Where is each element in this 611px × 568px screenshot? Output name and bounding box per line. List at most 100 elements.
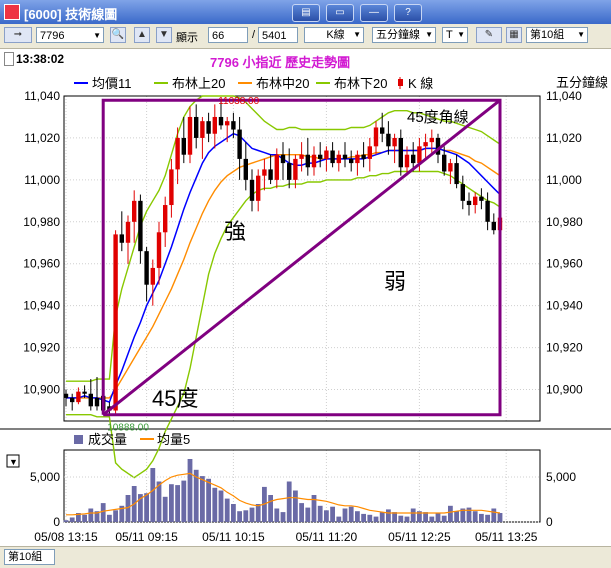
candle-body: [429, 137, 434, 143]
volume-bar: [206, 478, 211, 522]
candle-body: [144, 251, 149, 285]
legend-label: 布林中20: [256, 76, 309, 91]
price-tick-label-right: 10,980: [546, 215, 583, 229]
kline-dropdown[interactable]: K線 ▼: [304, 27, 364, 43]
volume-bar: [187, 459, 193, 522]
help-button[interactable]: ?: [394, 4, 422, 22]
volume-bar: [150, 468, 156, 522]
candle-body: [485, 200, 490, 222]
symbol-input[interactable]: 7796 ▼: [36, 27, 104, 43]
candle-body: [367, 146, 372, 159]
layout-button[interactable]: ▤: [292, 4, 320, 22]
legend-candle-body: [398, 79, 403, 86]
volume-tick-label-right: 5,000: [546, 470, 576, 484]
candle-body: [373, 127, 379, 147]
candle-body: [268, 169, 273, 180]
legend-label: 布林上20: [172, 76, 225, 91]
volume-bar: [237, 511, 242, 522]
volume-bar: [485, 514, 490, 522]
volume-bar: [293, 490, 298, 522]
period-dropdown[interactable]: 五分鐘線 ▼: [372, 27, 436, 43]
volume-bar: [100, 503, 106, 522]
price-tick-label-left: 11,000: [24, 173, 60, 187]
candle-body: [299, 154, 304, 159]
candle-body: [386, 133, 391, 147]
volume-bar: [324, 510, 329, 522]
volume-bar: [107, 514, 112, 522]
volume-bar: [472, 511, 478, 522]
candle-body: [132, 200, 137, 222]
drawing-tool-icon[interactable]: ✎: [476, 27, 502, 43]
candle-body: [411, 154, 416, 164]
scroll-down-icon[interactable]: ▼: [156, 27, 172, 43]
candle-body: [355, 154, 360, 164]
legend-label: 均價11: [92, 76, 132, 91]
candle-body: [274, 154, 279, 180]
volume-bar: [255, 504, 261, 522]
volume-bar: [355, 511, 360, 522]
color-palette-icon[interactable]: ▦: [506, 27, 522, 43]
candle-body: [423, 142, 428, 147]
search-icon[interactable]: 🔍: [110, 27, 126, 43]
volume-bar: [348, 506, 354, 522]
price-chart[interactable]: 10,900 10,900 10,920 10,920 10,940 10,940 10,9…: [0, 69, 611, 546]
candle-body: [466, 200, 472, 206]
price-tick-label-left: 10,940: [23, 299, 60, 313]
volume-bar: [491, 508, 497, 522]
display-count-input[interactable]: 66: [208, 27, 248, 43]
volume-bar: [175, 485, 180, 522]
symbol-dropdown-icon[interactable]: ▼: [93, 28, 101, 44]
candle-body: [311, 154, 317, 168]
slash-separator: /: [252, 29, 256, 41]
volume-bar: [330, 506, 335, 522]
collapse-arrow-icon: ▼: [9, 457, 18, 467]
candle-body: [392, 137, 397, 147]
volume-bar: [212, 487, 218, 522]
volume-bar: [429, 516, 435, 522]
volume-tick-label-right: 0: [546, 515, 553, 529]
info-bar: 13:38:02 7796 小指近 歷史走勢圖: [0, 49, 611, 70]
title-bar: [6000] 技術線圖 ▤ ▭ — ?: [0, 0, 611, 24]
volume-bar: [243, 510, 249, 522]
goto-arrow-icon[interactable]: ➞: [4, 27, 32, 43]
high-marker: 11038.00: [218, 96, 259, 107]
price-tick-label-left: 11,040: [24, 89, 60, 103]
candle-body: [293, 158, 298, 180]
candle-body: [169, 169, 174, 206]
candle-body: [342, 154, 348, 159]
x-tick-label: 05/11 09:15: [115, 530, 178, 544]
volume-bar: [156, 481, 162, 522]
price-tick-label-right: 11,040: [546, 89, 582, 103]
volume-bar: [181, 480, 187, 522]
scroll-up-icon[interactable]: ▲: [134, 27, 150, 43]
volume-bar: [398, 515, 404, 522]
text-tool-dropdown[interactable]: T ▼: [442, 27, 468, 43]
window-button[interactable]: ▭: [326, 4, 354, 22]
volume-bar: [441, 515, 447, 522]
volume-bar: [479, 513, 484, 522]
candle-body: [163, 205, 168, 233]
candle-body: [330, 150, 335, 164]
candle-body: [200, 121, 205, 138]
group-dropdown[interactable]: 第10組 ▼: [526, 27, 588, 43]
candle-body: [206, 121, 211, 134]
candle-body: [88, 393, 93, 407]
window-icon: ▭: [335, 7, 345, 18]
candle-body: [256, 175, 261, 201]
price-tick-label-right: 10,940: [546, 299, 583, 313]
volume-bar: [448, 505, 453, 522]
volume-bar: [386, 509, 391, 522]
page-icon: [4, 52, 14, 66]
right-axis-label: 五分鐘線: [556, 75, 608, 90]
candle-body: [460, 184, 465, 201]
volume-bar: [367, 514, 373, 522]
minimize-button[interactable]: —: [360, 4, 388, 22]
volume-bar: [280, 512, 286, 522]
candle-body: [94, 397, 100, 407]
status-group-selector[interactable]: 第10組: [4, 549, 56, 565]
volume-bar: [435, 513, 441, 522]
label-45-degrees: 45度: [152, 386, 198, 411]
price-tick-label-right: 11,000: [546, 173, 582, 187]
volume-bar: [299, 503, 304, 522]
display-label: 顯示: [176, 32, 198, 44]
